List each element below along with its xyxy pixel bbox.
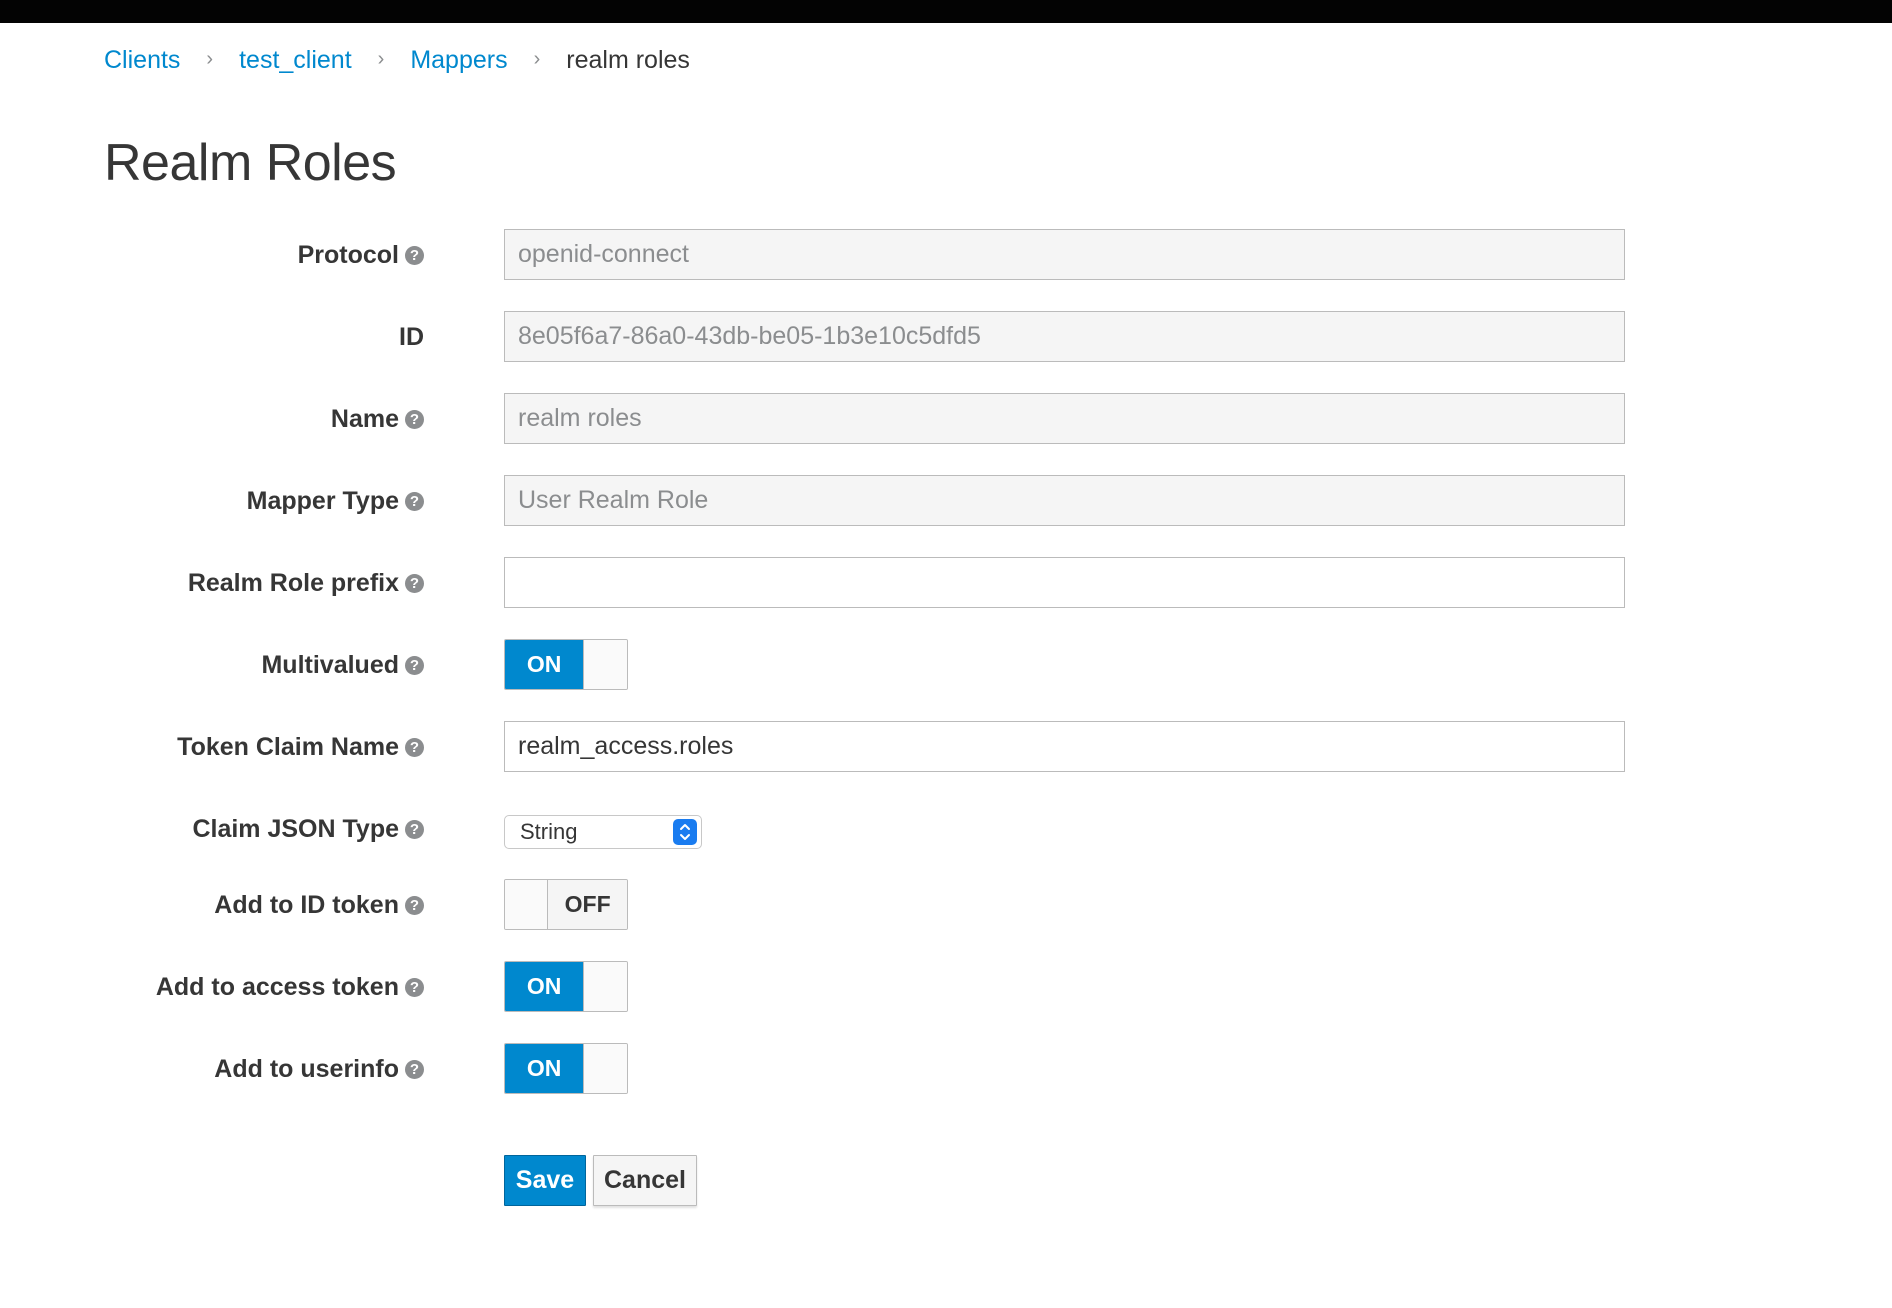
- protocol-field: openid-connect: [504, 229, 1625, 280]
- claim-json-type-selected: String: [520, 819, 578, 844]
- mapper-type-label-text: Mapper Type: [246, 486, 399, 515]
- toggle-knob: [583, 640, 627, 689]
- help-icon[interactable]: ?: [405, 819, 424, 839]
- multivalued-label: Multivalued ?: [261, 639, 424, 691]
- toggle-state-label: ON: [505, 640, 584, 689]
- toggle-knob: [505, 880, 549, 929]
- form-row-multivalued: Multivalued ? ON: [0, 639, 1892, 691]
- id-label: ID: [399, 311, 424, 363]
- token-claim-name-label-text: Token Claim Name: [177, 732, 399, 761]
- id-field: 8e05f6a7-86a0-43db-be05-1b3e10c5dfd5: [504, 311, 1625, 362]
- claim-json-type-label-text: Claim JSON Type: [192, 814, 399, 843]
- form-row-id: ID 8e05f6a7-86a0-43db-be05-1b3e10c5dfd5: [0, 311, 1892, 363]
- protocol-label: Protocol ?: [298, 229, 424, 281]
- save-button[interactable]: Save: [504, 1155, 586, 1206]
- form-row-add-to-id-token: Add to ID token ? OFF: [0, 879, 1892, 931]
- toggle-state-label: OFF: [548, 880, 627, 929]
- toggle-state-label: ON: [505, 962, 584, 1011]
- breadcrumb-separator-icon: ›: [206, 47, 214, 70]
- claim-json-type-select[interactable]: String: [504, 815, 702, 849]
- form-row-token-claim-name: Token Claim Name ?: [0, 721, 1892, 773]
- add-to-id-token-toggle[interactable]: OFF: [504, 879, 628, 930]
- help-icon[interactable]: ?: [405, 245, 424, 265]
- name-field: realm roles: [504, 393, 1625, 444]
- help-icon[interactable]: ?: [405, 977, 424, 997]
- up-down-caret-icon: [673, 819, 697, 845]
- breadcrumb-current: realm roles: [566, 45, 690, 74]
- form-row-name: Name ? realm roles: [0, 393, 1892, 445]
- protocol-label-text: Protocol: [297, 240, 399, 269]
- breadcrumb-mappers[interactable]: Mappers: [410, 46, 507, 75]
- breadcrumb-clients[interactable]: Clients: [104, 46, 180, 75]
- form-row-claim-json-type: Claim JSON Type ? String: [0, 803, 1892, 855]
- realm-role-prefix-label: Realm Role prefix ?: [188, 557, 424, 609]
- multivalued-label-text: Multivalued: [261, 650, 399, 679]
- claim-json-type-label: Claim JSON Type ?: [192, 803, 424, 855]
- add-to-access-token-toggle[interactable]: ON: [504, 961, 628, 1012]
- form-row-add-to-userinfo: Add to userinfo ? ON: [0, 1043, 1892, 1095]
- token-claim-name-label: Token Claim Name ?: [177, 721, 424, 773]
- toggle-state-label: ON: [505, 1044, 584, 1093]
- add-to-access-token-label: Add to access token ?: [156, 961, 424, 1013]
- mapper-type-field: User Realm Role: [504, 475, 1625, 526]
- form-row-protocol: Protocol ? openid-connect: [0, 229, 1892, 281]
- help-icon[interactable]: ?: [405, 409, 424, 429]
- token-claim-name-input[interactable]: [504, 721, 1625, 772]
- form-row-mapper-type: Mapper Type ? User Realm Role: [0, 475, 1892, 527]
- top-bar: [0, 0, 1892, 23]
- multivalued-toggle[interactable]: ON: [504, 639, 628, 690]
- add-to-id-token-label: Add to ID token ?: [214, 879, 424, 931]
- add-to-userinfo-label-text: Add to userinfo: [214, 1054, 399, 1083]
- toggle-knob: [583, 962, 627, 1011]
- help-icon[interactable]: ?: [405, 895, 424, 915]
- help-icon[interactable]: ?: [405, 491, 424, 511]
- page-title: Realm Roles: [104, 134, 397, 192]
- breadcrumb: Clients › test_client › Mappers › realm …: [104, 42, 690, 78]
- toggle-knob: [583, 1044, 627, 1093]
- help-icon[interactable]: ?: [405, 737, 424, 757]
- help-icon[interactable]: ?: [405, 573, 424, 593]
- cancel-button[interactable]: Cancel: [593, 1155, 697, 1206]
- add-to-id-token-label-text: Add to ID token: [214, 890, 399, 919]
- realm-role-prefix-input[interactable]: [504, 557, 1625, 608]
- realm-role-prefix-label-text: Realm Role prefix: [187, 568, 399, 597]
- add-to-userinfo-label: Add to userinfo ?: [214, 1043, 424, 1095]
- breadcrumb-separator-icon: ›: [377, 47, 385, 70]
- help-icon[interactable]: ?: [405, 1059, 424, 1079]
- form-row-realm-role-prefix: Realm Role prefix ?: [0, 557, 1892, 609]
- name-label-text: Name: [330, 404, 399, 433]
- breadcrumb-test-client[interactable]: test_client: [239, 46, 352, 75]
- help-icon[interactable]: ?: [405, 655, 424, 675]
- add-to-userinfo-toggle[interactable]: ON: [504, 1043, 628, 1094]
- mapper-type-label: Mapper Type ?: [247, 475, 424, 527]
- id-label-text: ID: [399, 322, 424, 351]
- form-row-add-to-access-token: Add to access token ? ON: [0, 961, 1892, 1013]
- breadcrumb-separator-icon: ›: [533, 47, 541, 70]
- add-to-access-token-label-text: Add to access token: [155, 972, 399, 1001]
- name-label: Name ?: [331, 393, 424, 445]
